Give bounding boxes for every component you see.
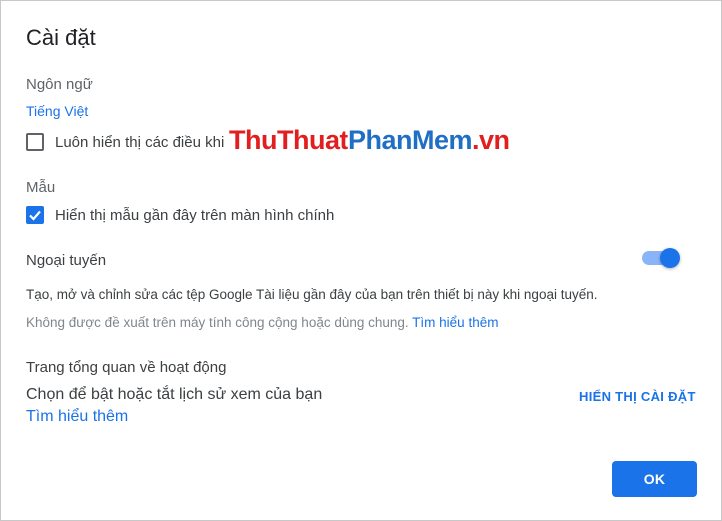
offline-toggle[interactable]: [642, 247, 682, 269]
always-show-checkbox[interactable]: [26, 133, 44, 151]
offline-learn-more-link[interactable]: Tìm hiểu thêm: [412, 315, 498, 330]
show-settings-button[interactable]: HIỂN THỊ CÀI ĐẶT: [579, 389, 696, 404]
recent-templates-row[interactable]: Hiển thị mẫu gần đây trên màn hình chính: [26, 206, 334, 224]
offline-warning-row: Không được đề xuất trên máy tính công cộ…: [26, 315, 498, 330]
offline-warning: Không được đề xuất trên máy tính công cộ…: [26, 315, 409, 330]
language-section-label: Ngôn ngữ: [26, 76, 93, 93]
activity-learn-more-link[interactable]: Tìm hiểu thêm: [26, 408, 128, 426]
watermark-logo: ThuThuatPhanMem.vn: [229, 125, 510, 155]
recent-templates-label: Hiển thị mẫu gần đây trên màn hình chính: [55, 206, 335, 224]
activity-section-label: Trang tổng quan về hoạt động: [26, 359, 227, 376]
templates-section-label: Mẫu: [26, 179, 56, 196]
checkmark-icon: [29, 210, 41, 221]
always-show-row[interactable]: Luôn hiển thị các điều khi: [26, 133, 224, 151]
recent-templates-checkbox[interactable]: [26, 206, 44, 224]
offline-description: Tạo, mở và chỉnh sửa các tệp Google Tài …: [26, 287, 598, 302]
activity-description: Chọn để bật hoặc tắt lịch sử xem của bạn: [26, 386, 323, 403]
settings-dialog: Cài đặt Ngôn ngữ Tiếng Việt Luôn hiển th…: [0, 0, 722, 521]
ok-button[interactable]: OK: [612, 461, 697, 497]
offline-section-label: Ngoại tuyến: [26, 252, 107, 269]
toggle-thumb: [660, 248, 680, 268]
dialog-title: Cài đặt: [26, 25, 96, 50]
language-link[interactable]: Tiếng Việt: [26, 103, 88, 119]
always-show-label: Luôn hiển thị các điều khi: [55, 133, 225, 151]
